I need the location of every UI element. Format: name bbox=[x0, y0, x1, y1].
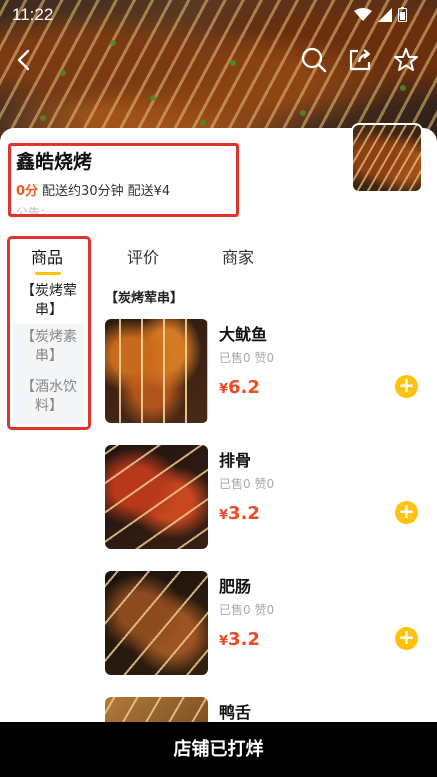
search-button[interactable] bbox=[298, 44, 330, 76]
plus-icon: + bbox=[398, 499, 415, 523]
shop-meta: 0分 配送约30分钟 配送¥4 bbox=[16, 180, 170, 199]
back-button[interactable] bbox=[8, 44, 40, 76]
product-sold: 已售0 bbox=[219, 477, 251, 491]
currency-symbol: ¥ bbox=[219, 634, 229, 649]
shop-name: 鑫皓烧烤 bbox=[16, 151, 93, 173]
product-image bbox=[105, 445, 208, 549]
tab-merchant[interactable]: 商家 bbox=[222, 244, 254, 268]
plus-icon: + bbox=[398, 625, 415, 649]
product-stats: 已售0 赞0 bbox=[219, 349, 274, 366]
category-item-grilled-meat[interactable]: 【炭烤荤串】 bbox=[14, 278, 84, 324]
battery-icon bbox=[398, 7, 407, 22]
product-price: ¥3.2 bbox=[219, 503, 260, 524]
delivery-time: 配送约30分钟 bbox=[42, 184, 124, 199]
share-button[interactable] bbox=[344, 44, 376, 76]
price-value: 6.2 bbox=[228, 377, 260, 398]
status-bar: 11:22 bbox=[0, 0, 437, 30]
add-to-cart-button[interactable]: + bbox=[395, 375, 418, 398]
section-title: 【炭烤荤串】 bbox=[105, 291, 184, 306]
price-value: 3.2 bbox=[228, 629, 260, 650]
shop-logo bbox=[351, 123, 423, 193]
product-item[interactable]: 肥肠 已售0 赞0 ¥3.2 + bbox=[105, 571, 425, 675]
product-item[interactable]: 大鱿鱼 已售0 赞0 ¥6.2 + bbox=[105, 319, 425, 423]
delivery-fee: 配送¥4 bbox=[127, 184, 171, 199]
product-price: ¥3.2 bbox=[219, 629, 260, 650]
back-arrow-icon bbox=[17, 49, 30, 71]
product-likes: 赞0 bbox=[254, 477, 275, 491]
product-name: 鸭舌 bbox=[219, 703, 252, 722]
price-value: 3.2 bbox=[228, 503, 260, 524]
product-sold: 已售0 bbox=[219, 351, 251, 365]
product-stats: 已售0 赞0 bbox=[219, 601, 274, 618]
star-icon bbox=[394, 48, 418, 71]
product-price: ¥6.2 bbox=[219, 377, 260, 398]
shop-notice: 公告： bbox=[16, 206, 53, 217]
shop-info: 鑫皓烧烤 0分 配送约30分钟 配送¥4 公告： bbox=[8, 143, 239, 217]
status-time: 11:22 bbox=[12, 5, 54, 24]
tab-reviews[interactable]: 评价 bbox=[127, 244, 159, 268]
product-likes: 赞0 bbox=[254, 603, 275, 617]
product-name: 排骨 bbox=[219, 451, 252, 470]
product-item[interactable]: 排骨 已售0 赞0 ¥3.2 + bbox=[105, 445, 425, 549]
product-stats: 已售0 赞0 bbox=[219, 475, 274, 492]
status-icons bbox=[354, 7, 407, 22]
product-likes: 赞0 bbox=[254, 351, 275, 365]
product-sold: 已售0 bbox=[219, 603, 251, 617]
add-to-cart-button[interactable]: + bbox=[395, 501, 418, 524]
category-item-grilled-veg[interactable]: 【炭烤素串】 bbox=[14, 324, 84, 374]
product-image bbox=[105, 319, 208, 423]
plus-icon: + bbox=[398, 373, 415, 397]
category-item-drinks[interactable]: 【酒水饮料】 bbox=[14, 374, 84, 424]
currency-symbol: ¥ bbox=[219, 382, 229, 397]
add-to-cart-button[interactable]: + bbox=[395, 627, 418, 650]
currency-symbol: ¥ bbox=[219, 508, 229, 523]
signal-icon bbox=[378, 7, 392, 22]
wifi-icon bbox=[354, 7, 372, 21]
share-icon bbox=[349, 49, 371, 71]
shop-score: 0分 bbox=[16, 184, 39, 199]
favorite-button[interactable] bbox=[390, 44, 422, 76]
shop-closed-bar: 店铺已打烊 bbox=[0, 722, 437, 777]
search-icon bbox=[301, 47, 327, 73]
category-sidebar: 【炭烤荤串】 【炭烤素串】 【酒水饮料】 bbox=[14, 278, 84, 424]
product-name: 大鱿鱼 bbox=[219, 325, 268, 344]
product-image bbox=[105, 571, 208, 675]
product-name: 肥肠 bbox=[219, 577, 252, 596]
